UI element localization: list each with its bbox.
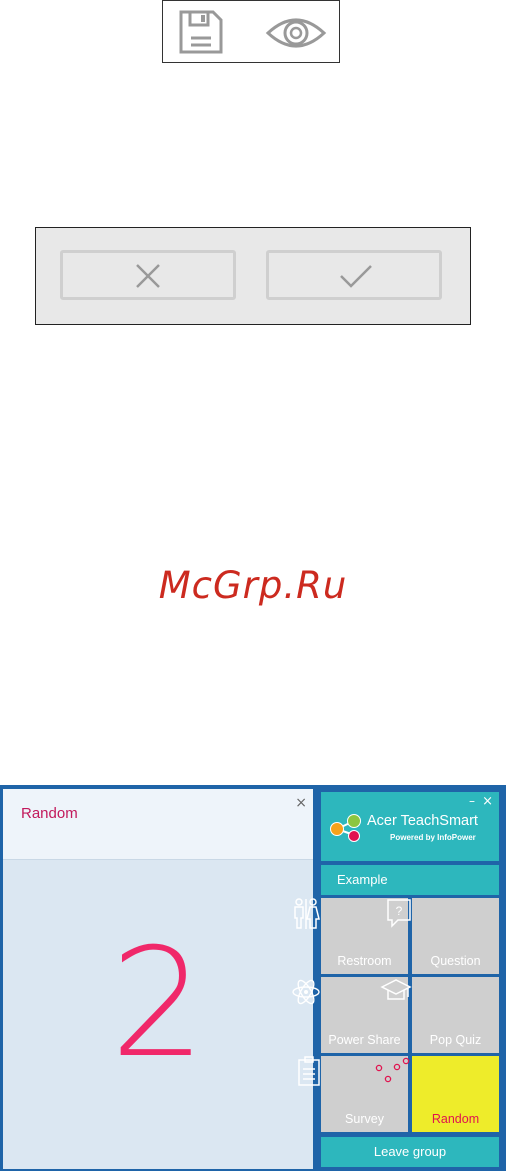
tile-label: Pop Quiz — [429, 1033, 482, 1047]
tile-label: Survey — [345, 1112, 384, 1126]
eye-icon[interactable] — [265, 13, 327, 57]
x-icon — [135, 263, 161, 293]
group-bar: Example — [321, 865, 499, 895]
tile-label: Random — [431, 1112, 480, 1126]
brand-header: – × Acer TeachSmart Powered by InfoPower — [321, 792, 499, 861]
window-close-button[interactable]: × — [482, 794, 493, 809]
teachsmart-window: Random × 2 – × Acer TeachSmart Powered b… — [0, 785, 506, 1171]
leave-group-button[interactable]: Leave group — [321, 1137, 499, 1167]
random-panel-close-button[interactable]: × — [295, 795, 307, 811]
tile-question[interactable]: ? Question — [387, 898, 499, 974]
cancel-button[interactable] — [60, 250, 236, 300]
minimize-button[interactable]: – — [469, 794, 475, 808]
tile-label: Question — [430, 954, 481, 968]
dialog-button-bar — [35, 227, 471, 325]
floppy-disk-icon[interactable] — [179, 9, 223, 59]
random-panel-title: Random — [21, 805, 78, 822]
tile-label: Power Share — [328, 1033, 401, 1047]
brand-name: Acer TeachSmart — [367, 813, 478, 829]
check-icon — [339, 264, 373, 292]
brand-subtitle: Powered by InfoPower — [390, 833, 476, 842]
teachsmart-logo-icon — [329, 813, 365, 847]
random-number: 2 — [110, 917, 206, 1091]
watermark-text: McGrp.Ru — [158, 564, 348, 607]
tile-random[interactable]: Random — [375, 1056, 499, 1132]
confirm-button[interactable] — [266, 250, 442, 300]
random-panel: Random × 2 — [3, 789, 313, 1169]
leave-group-label: Leave group — [373, 1144, 447, 1159]
svg-text:?: ? — [396, 904, 403, 918]
icon-toolbar — [162, 0, 340, 63]
random-panel-header: Random × — [3, 789, 313, 860]
tile-label: Restroom — [337, 954, 392, 968]
tile-pop-quiz[interactable]: Pop Quiz — [380, 977, 499, 1053]
group-name: Example — [337, 872, 388, 887]
sidebar: – × Acer TeachSmart Powered by InfoPower… — [292, 789, 502, 1169]
